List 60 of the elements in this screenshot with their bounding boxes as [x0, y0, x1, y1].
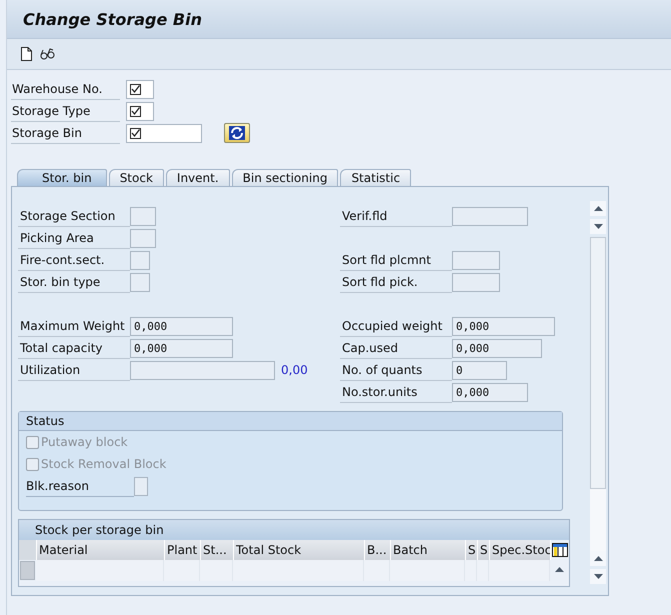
scroll-down-icon[interactable]: [594, 224, 602, 229]
select-all-cell[interactable]: [19, 540, 37, 560]
row-selector[interactable]: [20, 560, 35, 580]
tab[interactable]: Invent.: [166, 169, 230, 186]
input-field[interactable]: [452, 250, 500, 270]
refresh-icon: [229, 126, 245, 140]
input-field[interactable]: [130, 360, 275, 380]
new-document-icon[interactable]: [21, 47, 32, 61]
table-cell: [489, 560, 550, 581]
required-entry-icon: [130, 128, 141, 138]
input-field[interactable]: [130, 206, 156, 226]
input-field[interactable]: [134, 476, 148, 496]
utilization-value: 0,00: [281, 363, 308, 377]
scrollbar-thumb[interactable]: [590, 237, 606, 489]
window-title: Change Storage Bin: [23, 10, 202, 28]
column-header[interactable]: Material: [37, 540, 165, 560]
column-header[interactable]: S: [478, 540, 490, 560]
input-field[interactable]: [126, 124, 202, 142]
tab[interactable]: Stock: [108, 169, 164, 186]
input-field[interactable]: [130, 272, 150, 292]
table-cell: [465, 560, 477, 581]
column-settings-icon[interactable]: [552, 542, 568, 557]
refresh-button[interactable]: [224, 123, 250, 143]
table-cell: [200, 560, 233, 581]
input-field[interactable]: [130, 250, 150, 270]
table-cell: [477, 560, 489, 581]
scroll-down-icon[interactable]: [594, 574, 602, 579]
table-cell: [164, 560, 200, 581]
group-title: Status: [19, 412, 562, 431]
input-field[interactable]: [126, 80, 154, 98]
column-header[interactable]: B...: [365, 540, 391, 560]
column-header[interactable]: S: [466, 540, 478, 560]
input-field[interactable]: 0: [452, 360, 507, 380]
input-field[interactable]: [452, 206, 528, 226]
column-header[interactable]: Plant: [165, 540, 201, 560]
input-field[interactable]: [126, 102, 154, 120]
input-field[interactable]: 0,000: [130, 316, 233, 336]
required-entry-icon: [130, 84, 141, 94]
column-header[interactable]: St...: [201, 540, 234, 560]
table-title: Stock per storage bin: [19, 520, 569, 540]
scroll-up-icon[interactable]: [594, 206, 602, 211]
field-label: Warehouse No.: [11, 78, 120, 100]
glasses-icon[interactable]: [40, 48, 56, 60]
input-field[interactable]: 0,000: [452, 338, 542, 358]
column-header[interactable]: Total Stock: [234, 540, 365, 560]
input-field[interactable]: 0,000: [452, 382, 528, 402]
table-cell: [364, 560, 390, 581]
input-field[interactable]: 0,000: [130, 338, 233, 358]
field-label: Storage Bin: [11, 122, 120, 144]
field-label: Storage Type: [11, 100, 120, 122]
scroll-up-icon[interactable]: [554, 567, 564, 572]
scroll-up-icon[interactable]: [594, 556, 602, 561]
tab[interactable]: Bin sectioning: [232, 169, 338, 186]
required-entry-icon: [130, 106, 141, 116]
input-field[interactable]: [452, 272, 500, 292]
column-header[interactable]: Batch: [391, 540, 466, 560]
tab[interactable]: Stor. bin: [17, 169, 107, 186]
input-field[interactable]: 0,000: [452, 316, 555, 336]
tab[interactable]: Statistic: [340, 169, 412, 186]
input-field[interactable]: [130, 228, 156, 248]
